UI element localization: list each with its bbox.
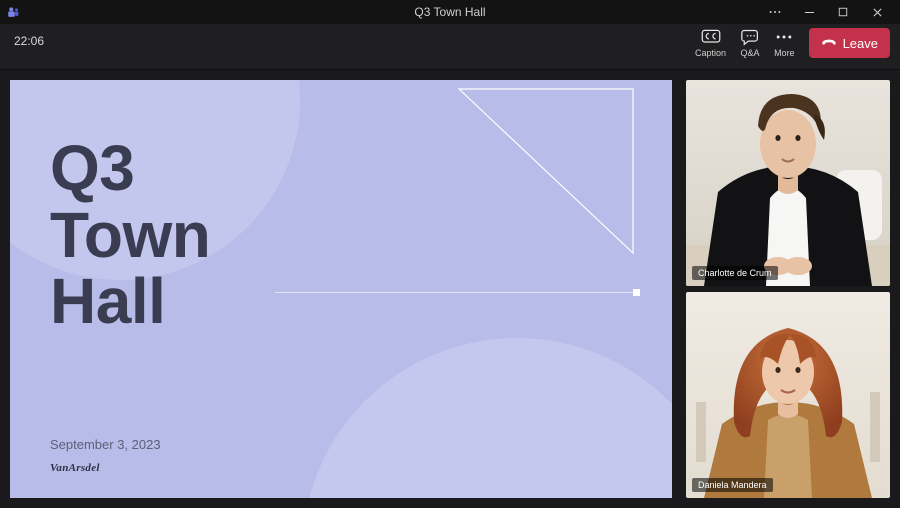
slide-date: September 3, 2023 [50, 437, 161, 452]
qa-label: Q&A [741, 48, 760, 58]
window-titlebar: Q3 Town Hall [0, 0, 900, 24]
participant-tile[interactable]: Daniela Mandera [686, 292, 890, 498]
leave-button[interactable]: Leave [809, 28, 890, 58]
participant-video [686, 80, 890, 286]
participant-tile[interactable]: Charlotte de Crum [686, 80, 890, 286]
window-title: Q3 Town Hall [206, 5, 694, 19]
chat-icon [740, 28, 760, 46]
slide: Q3 Town Hall September 3, 2023 VanArsdel [10, 80, 672, 498]
ellipsis-icon[interactable] [758, 0, 792, 24]
meeting-duration: 22:06 [14, 28, 44, 48]
slide-brand: VanArsdel [50, 462, 100, 474]
more-button[interactable]: More [774, 28, 795, 58]
slide-deco-triangle [456, 86, 636, 256]
participant-name: Daniela Mandera [692, 478, 773, 492]
more-label: More [774, 48, 795, 58]
maximize-button[interactable] [826, 0, 860, 24]
minimize-button[interactable] [792, 0, 826, 24]
slide-deco-circle [302, 338, 672, 498]
teams-icon [6, 5, 20, 19]
qa-button[interactable]: Q&A [740, 28, 760, 58]
more-icon [774, 28, 794, 46]
meeting-toolbar: 22:06 Caption Q&A More Leave [0, 24, 900, 70]
slide-deco-line [275, 292, 638, 293]
meeting-content: Q3 Town Hall September 3, 2023 VanArsdel [0, 70, 900, 508]
leave-label: Leave [843, 36, 878, 51]
caption-button[interactable]: Caption [695, 28, 726, 58]
close-button[interactable] [860, 0, 894, 24]
participants-sidebar: Charlotte de Crum [682, 70, 900, 508]
participant-name: Charlotte de Crum [692, 266, 778, 280]
caption-icon [701, 28, 721, 46]
slide-title: Q3 Town Hall [50, 135, 210, 335]
participant-video [686, 292, 890, 498]
hangup-icon [821, 35, 837, 51]
caption-label: Caption [695, 48, 726, 58]
presentation-stage: Q3 Town Hall September 3, 2023 VanArsdel [0, 70, 682, 508]
